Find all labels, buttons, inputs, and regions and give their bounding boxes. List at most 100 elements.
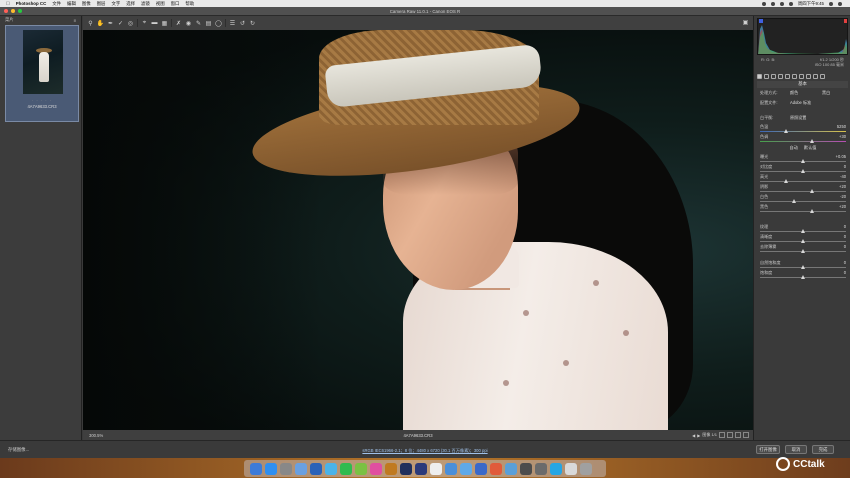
adjust-value[interactable]: -40: [840, 174, 846, 179]
dock-app-icon[interactable]: [550, 462, 562, 475]
copy-settings-icon[interactable]: [735, 432, 741, 438]
adjust-value[interactable]: 0: [844, 270, 846, 275]
dock-app-icon[interactable]: [265, 462, 277, 475]
dock-app-icon[interactable]: [490, 462, 502, 475]
fullscreen-icon[interactable]: ▣: [742, 19, 749, 26]
dock-app-icon[interactable]: [430, 462, 442, 475]
swap-settings-icon[interactable]: [727, 432, 733, 438]
dock-app-icon[interactable]: [355, 462, 367, 475]
adjust-value[interactable]: 5250: [837, 124, 846, 129]
adjust-slider[interactable]: [760, 199, 846, 203]
notification-icon[interactable]: [838, 1, 842, 6]
wifi-icon[interactable]: [779, 1, 784, 6]
adjust-value[interactable]: 0: [844, 164, 846, 169]
menu-select[interactable]: 选择: [126, 1, 135, 7]
search-icon[interactable]: [829, 1, 833, 6]
apple-icon[interactable]: : [6, 1, 10, 7]
slider-thumb[interactable]: [801, 275, 805, 279]
adjust-slider[interactable]: [760, 209, 846, 213]
tab-presets[interactable]: [813, 73, 818, 79]
adjust-slider[interactable]: [760, 229, 846, 233]
adjust-value[interactable]: 0: [844, 260, 846, 265]
menu-file[interactable]: 文件: [52, 1, 61, 7]
color-sampler-icon[interactable]: ✓: [117, 20, 124, 27]
adjust-slider[interactable]: [760, 159, 846, 163]
workflow-options-link[interactable]: sRGB IEC61966-2.1；8 位；4480 x 6720 (30.1 …: [0, 448, 850, 454]
slider-thumb[interactable]: [801, 169, 805, 173]
slider-thumb[interactable]: [792, 199, 797, 203]
dock-app-icon[interactable]: [460, 462, 472, 475]
graduated-filter-icon[interactable]: ▤: [205, 20, 212, 27]
toggle-settings-icon[interactable]: [743, 432, 749, 438]
dock-app-icon[interactable]: [385, 462, 397, 475]
before-after-icon[interactable]: [719, 432, 725, 438]
dock-app-icon[interactable]: [370, 462, 382, 475]
tab-snapshots[interactable]: [820, 73, 825, 79]
dock-app-icon[interactable]: [415, 462, 427, 475]
dock-app-icon[interactable]: [295, 462, 307, 475]
adjust-option[interactable]: 颜色: [790, 90, 798, 96]
default-button[interactable]: 默认值: [804, 145, 817, 151]
menu-window[interactable]: 窗口: [171, 1, 180, 7]
tab-basic[interactable]: [757, 73, 762, 79]
adjust-slider[interactable]: [760, 275, 846, 279]
menu-type[interactable]: 文字: [111, 1, 120, 7]
adjust-option[interactable]: 原照设置: [790, 115, 806, 121]
dock-app-icon[interactable]: [580, 462, 592, 475]
clock[interactable]: 周四下午9:45: [798, 1, 824, 7]
prev-image-icon[interactable]: ◀: [692, 433, 695, 438]
adjust-value[interactable]: +30: [839, 134, 846, 139]
open-image-button[interactable]: 打开图像: [756, 445, 780, 454]
adjust-value[interactable]: -20: [840, 194, 846, 199]
dock-app-icon[interactable]: [535, 462, 547, 475]
adjust-option[interactable]: 黑白: [822, 90, 830, 96]
tab-tone-curve[interactable]: [764, 73, 769, 79]
target-adjust-icon[interactable]: ◎: [127, 20, 134, 27]
menu-layer[interactable]: 图层: [97, 1, 106, 7]
filmstrip-thumbnail[interactable]: · · · · · 4A7A9633.CR3: [5, 25, 79, 122]
thumbnail-rating[interactable]: · · · · ·: [6, 98, 78, 103]
dock-app-icon[interactable]: [280, 462, 292, 475]
menu-filter[interactable]: 滤镜: [141, 1, 150, 7]
dock-app-icon[interactable]: [400, 462, 412, 475]
tab-calibration[interactable]: [806, 73, 811, 79]
rotate-left-icon[interactable]: ↺: [239, 20, 246, 27]
battery-icon[interactable]: [788, 1, 793, 6]
brush-icon[interactable]: ✎: [195, 20, 202, 27]
slider-thumb[interactable]: [801, 159, 805, 163]
slider-thumb[interactable]: [809, 139, 814, 143]
adjust-slider[interactable]: [760, 265, 846, 269]
adjust-slider[interactable]: [760, 179, 846, 183]
menu-image[interactable]: 图像: [82, 1, 91, 7]
transform-icon[interactable]: ▦: [161, 20, 168, 27]
adjust-value[interactable]: 0: [844, 244, 846, 249]
dock-app-icon[interactable]: [520, 462, 532, 475]
dock-app-icon[interactable]: [505, 462, 517, 475]
spot-removal-icon[interactable]: ✗: [175, 20, 182, 27]
preferences-icon[interactable]: ☰: [229, 20, 236, 27]
rotate-right-icon[interactable]: ↻: [249, 20, 256, 27]
menu-view[interactable]: 视图: [156, 1, 165, 7]
adjust-slider[interactable]: [760, 239, 846, 243]
slider-thumb[interactable]: [783, 129, 788, 133]
next-image-icon[interactable]: ▶: [697, 433, 700, 438]
adjust-slider[interactable]: [760, 189, 846, 193]
radial-filter-icon[interactable]: ◯: [215, 20, 222, 27]
done-button[interactable]: 完成: [812, 445, 834, 454]
adjust-value[interactable]: 0: [844, 224, 846, 229]
filmstrip-menu-icon[interactable]: ≡: [73, 18, 76, 23]
slider-thumb[interactable]: [801, 229, 805, 233]
dock-app-icon[interactable]: [565, 462, 577, 475]
slider-thumb[interactable]: [809, 209, 814, 213]
hand-icon[interactable]: ✋: [97, 20, 104, 27]
slider-thumb[interactable]: [801, 265, 805, 269]
dock-app-icon[interactable]: [325, 462, 337, 475]
adjust-value[interactable]: 0: [844, 234, 846, 239]
adjust-slider[interactable]: [760, 249, 846, 253]
adjust-value[interactable]: +20: [839, 204, 846, 209]
menu-edit[interactable]: 编辑: [67, 1, 76, 7]
adjust-value[interactable]: +0.05: [836, 154, 846, 159]
cancel-button[interactable]: 取消: [785, 445, 807, 454]
dock-app-icon[interactable]: [310, 462, 322, 475]
adjust-option[interactable]: Adobe 标准: [790, 100, 811, 106]
